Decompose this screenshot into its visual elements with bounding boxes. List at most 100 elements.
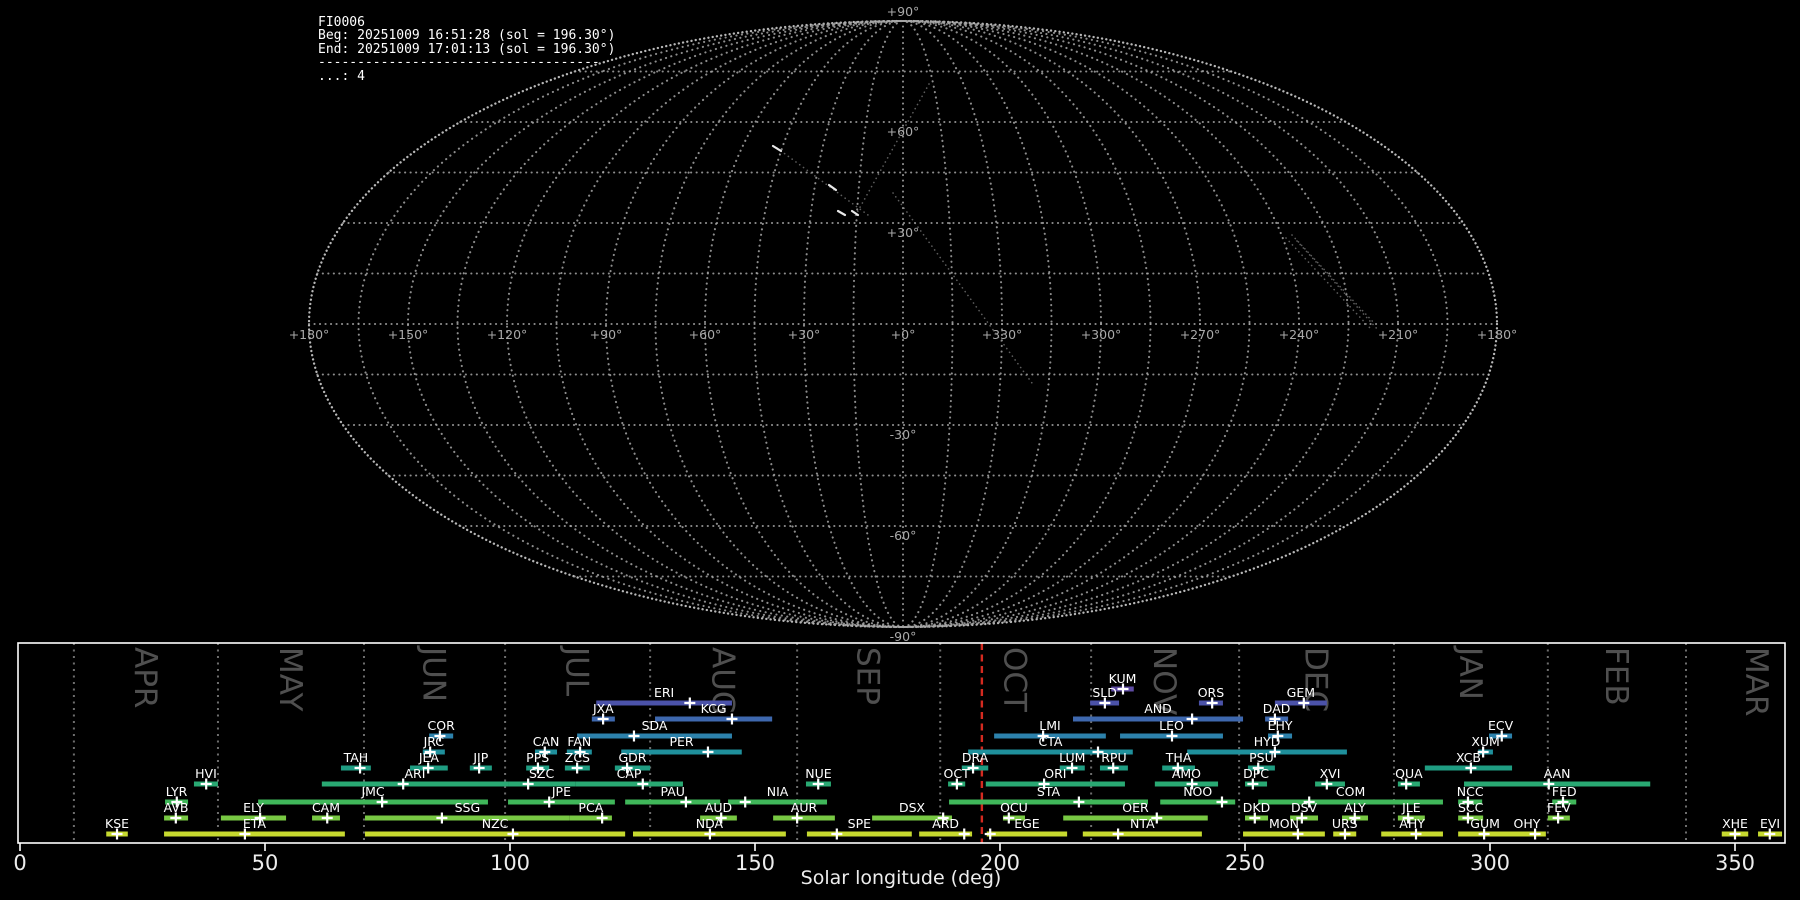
map-longitude-label: +300° [1081, 327, 1122, 342]
shower-label-SSG: SSG [455, 800, 481, 815]
meteor-trail [1296, 240, 1380, 332]
plot-canvas: +180° +150° +120° +90° +60° +30° +0° +330° +300°… [13, 4, 1786, 889]
x-tick-label: 100 [490, 851, 530, 875]
x-tick-label: 50 [252, 851, 279, 875]
map-longitude-label: +120° [487, 327, 528, 342]
meteor-mark [836, 209, 847, 217]
shower-label-DKD: DKD [1243, 800, 1270, 815]
shower-label-GDR: GDR [619, 750, 647, 765]
x-tick-label: 150 [735, 851, 775, 875]
meteor-trail [892, 192, 1033, 384]
shower-bar-STA [949, 799, 1148, 805]
shower-label-NCC: NCC [1457, 784, 1484, 799]
shower-label-CAM: CAM [312, 800, 340, 815]
map-longitude-label: +0° [891, 327, 916, 342]
map-longitude-label: +60° [689, 327, 722, 342]
shower-peak-marker-AND [1186, 713, 1198, 725]
shower-label-JLE: JLE [1401, 800, 1421, 815]
shower-peak-marker-STA [1073, 796, 1085, 808]
shower-label-NOO: NOO [1183, 784, 1212, 799]
month-label: JAN [1452, 645, 1488, 700]
observation-header: FI0006 Beg: 20251009 16:51:28 (sol = 196… [318, 16, 615, 83]
shower-label-DSV: DSV [1291, 800, 1318, 815]
map-longitude-label: +240° [1279, 327, 1320, 342]
shower-label-DAD: DAD [1263, 701, 1291, 716]
shower-bar-AUR [773, 815, 835, 821]
shower-label-ORS: ORS [1198, 685, 1225, 700]
shower-bar-SDA [577, 733, 732, 739]
map-longitude-label: +180° [289, 327, 330, 342]
shower-peak-marker-NTA [1112, 828, 1124, 840]
x-axis-title: Solar longitude (deg) [801, 867, 1002, 889]
shower-peak-marker-PER [702, 746, 714, 758]
shower-label-CTA: CTA [1038, 734, 1062, 749]
shower-peak-marker-SPE [831, 828, 843, 840]
shower-peak-marker-NIA [739, 796, 751, 808]
meteor-mark [771, 144, 783, 153]
x-tick-label: 300 [1470, 851, 1510, 875]
shower-label-EGE: EGE [1014, 816, 1040, 831]
shower-peak-marker-NOO [1216, 796, 1228, 808]
shower-label-KCG: KCG [701, 701, 727, 716]
month-label: OCT [997, 647, 1033, 713]
shower-peak-marker-EGE [984, 828, 996, 840]
meteor-trail [1291, 234, 1376, 325]
map-longitude-label: +150° [388, 327, 429, 342]
meteor-radiant-screen: FI0006 Beg: 20251009 16:51:28 (sol = 196… [0, 0, 1800, 900]
shower-bar-NZC [364, 831, 626, 837]
shower-label-PAU: PAU [660, 784, 684, 799]
shower-label-NZC: NZC [482, 816, 509, 831]
shower-label-OER: OER [1122, 800, 1149, 815]
shower-label-ARD: ARD [932, 816, 959, 831]
shower-peak-marker-ARD [958, 828, 970, 840]
shower-label-SDA: SDA [642, 718, 668, 733]
shower-label-DRA: DRA [962, 750, 989, 765]
x-tick-label: 0 [13, 851, 26, 875]
shower-label-ETA: ETA [243, 816, 267, 831]
shower-label-STA: STA [1037, 784, 1061, 799]
shower-label-SPE: SPE [848, 816, 871, 831]
shower-label-OCU: OCU [1000, 800, 1028, 815]
shower-label-DSX: DSX [899, 800, 926, 815]
shower-label-ERI: ERI [654, 685, 674, 700]
month-label: MAY [272, 647, 308, 712]
shower-peak-marker-KCG [726, 713, 738, 725]
meteor-count-line: ...: 4 [318, 68, 365, 84]
month-label: JUL [559, 645, 595, 697]
shower-label-COM: COM [1336, 784, 1365, 799]
shower-label-JRC: JRC [423, 734, 445, 749]
shower-bar-ETA [164, 831, 345, 837]
shower-label-JIP: JIP [472, 750, 488, 765]
shower-label-ARI: ARI [404, 766, 425, 781]
meteor-trail [853, 83, 930, 219]
map-longitude-label: +330° [982, 327, 1023, 342]
month-label: FEB [1598, 647, 1634, 706]
map-latitude-label: -60° [890, 528, 917, 543]
shower-label-CAN: CAN [533, 734, 560, 749]
month-label: SEP [850, 647, 886, 705]
shower-label-MON: MON [1269, 816, 1299, 831]
sky-map: +180° +150° +120° +90° +60° +30° +0° +330° +300°… [289, 4, 1518, 644]
map-latitude-label: +60° [887, 124, 920, 139]
shower-bar-SPE [806, 831, 912, 837]
month-label: JUN [416, 645, 452, 702]
map-longitude-label: +210° [1378, 327, 1419, 342]
shower-peak-marker-NZC [507, 828, 519, 840]
shower-label-TAH: TAH [343, 750, 369, 765]
shower-label-AMO: AMO [1172, 766, 1201, 781]
meteor-trail [776, 147, 869, 216]
shower-bar-MON [1243, 831, 1325, 837]
shower-label-AHY: AHY [1399, 816, 1425, 831]
x-tick-label: 250 [1225, 851, 1265, 875]
shower-label-QUA: QUA [1395, 766, 1423, 781]
shower-peak-marker-ERI [684, 697, 696, 709]
shower-peak-marker-SDA [628, 730, 640, 742]
shower-bar-NTA [1082, 831, 1202, 837]
shower-label-PER: PER [669, 734, 693, 749]
shower-bar-ARI [321, 781, 509, 787]
shower-bar-SSG [364, 815, 570, 821]
shower-label-AND: AND [1144, 701, 1172, 716]
shower-bar-EGE [986, 831, 1068, 837]
map-longitude-label: +180° [1477, 327, 1518, 342]
shower-label-NIA: NIA [767, 784, 789, 799]
